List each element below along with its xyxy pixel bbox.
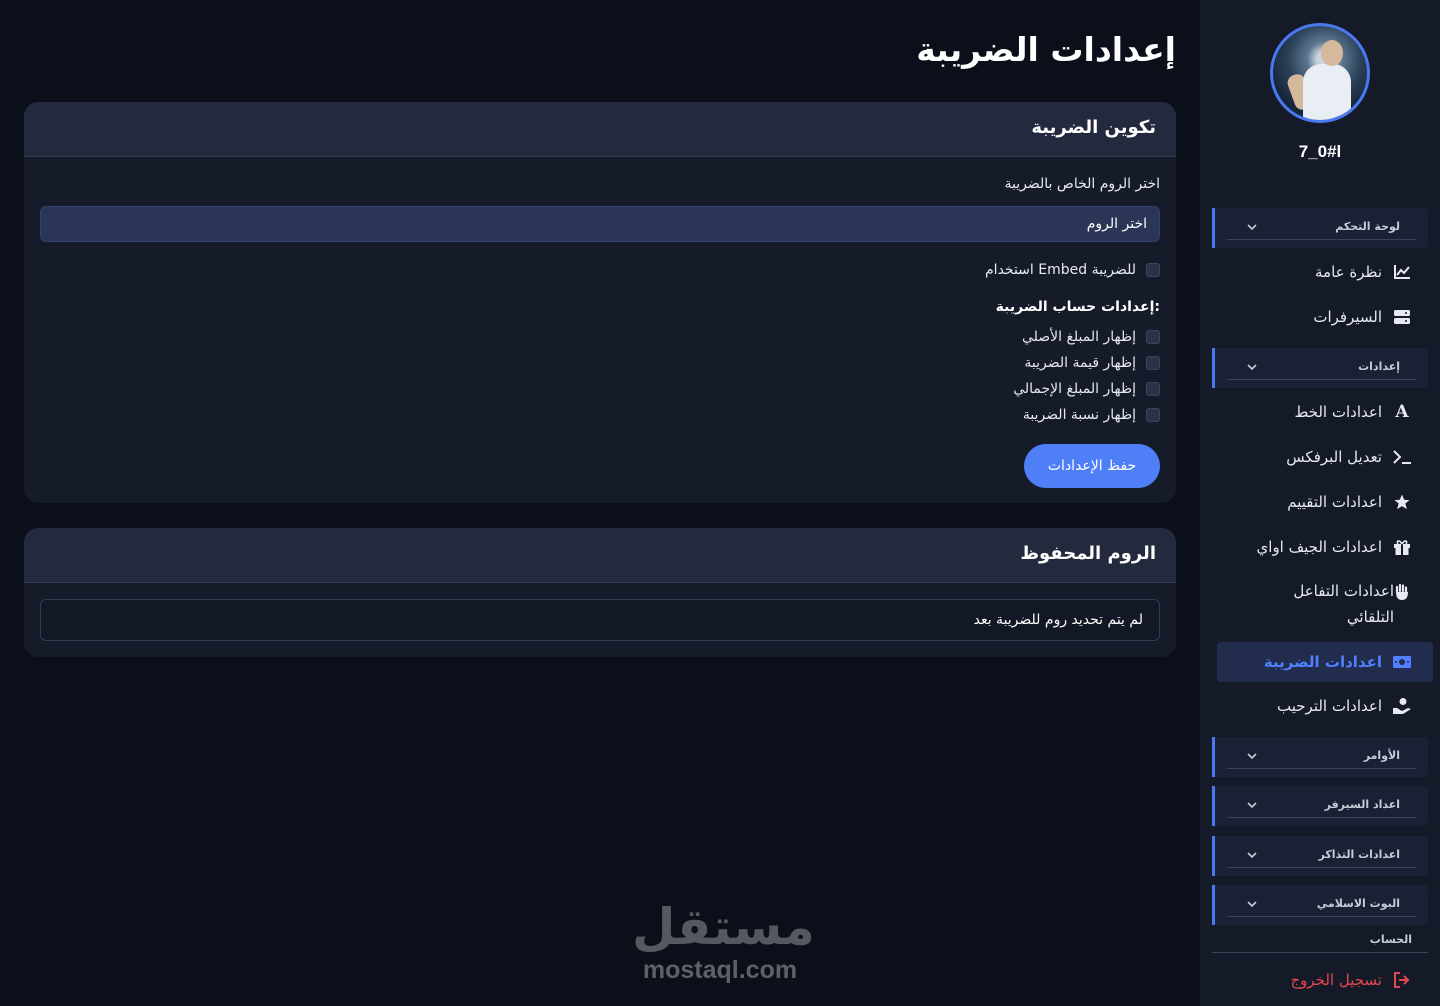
option-label: إظهار المبلغ الإجمالي — [1013, 381, 1136, 397]
font-icon: A — [1395, 402, 1409, 422]
gift-icon — [1392, 537, 1412, 557]
section-dashboard[interactable]: لوحة التحكم — [1212, 208, 1428, 248]
room-select-value: اختر الروم — [1086, 216, 1147, 232]
account-section-label: الحساب — [1369, 933, 1412, 946]
watermark-logo: مستقل — [632, 898, 815, 956]
saved-room-card: الروم المحفوظ لم يتم تحديد روم للضريبة ب… — [24, 528, 1176, 657]
section-server-setup[interactable]: اعداد السيرفر — [1212, 786, 1428, 826]
option-label: إظهار قيمة الضريبة — [1024, 355, 1136, 371]
chevron-down-icon — [1247, 852, 1257, 859]
option-row[interactable]: إظهار المبلغ الإجمالي — [1013, 381, 1160, 397]
sidebar-item-giveaway[interactable]: اعدادات الجيف اواي — [1222, 533, 1412, 561]
embed-checkbox[interactable] — [1146, 263, 1160, 277]
section-title: الأوامر — [1363, 749, 1400, 762]
section-title: لوحة التحكم — [1335, 220, 1400, 233]
sidebar-item-label: السيرفرات — [1313, 308, 1382, 326]
sidebar-item-rating[interactable]: اعدادات التقييم — [1222, 488, 1412, 516]
section-tickets[interactable]: اعدادات التذاكر — [1212, 836, 1428, 876]
tax-config-card: تكوين الضريبة اختر الروم الخاص بالضريبة … — [24, 102, 1176, 503]
star-icon — [1392, 492, 1412, 512]
chevron-down-icon — [1247, 901, 1257, 908]
sidebar-item-font[interactable]: A اعدادات الخط — [1222, 398, 1412, 426]
page-title: إعدادات الضريبة — [916, 30, 1176, 69]
section-settings[interactable]: إعدادات — [1212, 348, 1428, 388]
sidebar-item-label: تعديل البرفكس — [1286, 448, 1382, 466]
sidebar-item-label: اعدادات الخط — [1294, 403, 1382, 421]
show-tax-rate-checkbox[interactable] — [1146, 408, 1160, 422]
logout-label: تسجيل الخروج — [1290, 971, 1382, 989]
card-title: تكوين الضريبة — [1031, 117, 1156, 138]
embed-checkbox-row[interactable]: استخدام Embed للضريبة — [985, 262, 1160, 278]
section-title: إعدادات — [1358, 360, 1400, 373]
hand-holding-user-icon — [1392, 696, 1412, 716]
section-commands[interactable]: الأوامر — [1212, 737, 1428, 777]
sidebar-item-label: اعدادات الضريبة — [1263, 653, 1382, 671]
sidebar-item-label: اعدادات التقييم — [1287, 493, 1382, 511]
show-total-checkbox[interactable] — [1146, 382, 1160, 396]
sidebar-item-label: اعدادات التفاعل التلقائي — [1293, 582, 1394, 626]
show-original-checkbox[interactable] — [1146, 330, 1160, 344]
sidebar-item-prefix[interactable]: تعديل البرفكس — [1222, 443, 1412, 471]
divider — [1212, 952, 1428, 953]
card-header: تكوين الضريبة — [24, 102, 1176, 157]
save-settings-button[interactable]: حفظ الإعدادات — [1024, 444, 1160, 488]
chart-line-icon — [1392, 262, 1412, 282]
hand-icon — [1392, 582, 1412, 602]
card-title: الروم المحفوظ — [1020, 543, 1156, 564]
sign-out-icon — [1392, 970, 1412, 990]
section-title: اعداد السيرفر — [1324, 798, 1400, 811]
sidebar-item-tax[interactable]: اعدادات الضريبة — [1222, 648, 1412, 676]
sidebar-item-servers[interactable]: السيرفرات — [1222, 303, 1412, 331]
server-icon — [1392, 307, 1412, 327]
terminal-icon — [1392, 447, 1412, 467]
section-islamic-bot[interactable]: البوت الاسلامي — [1212, 885, 1428, 925]
embed-checkbox-label: استخدام Embed للضريبة — [985, 262, 1136, 278]
sidebar-item-overview[interactable]: نظرة عامة — [1222, 258, 1412, 286]
section-title: البوت الاسلامي — [1316, 897, 1400, 910]
sidebar-item-label: نظرة عامة — [1315, 263, 1382, 281]
logout-button[interactable]: تسجيل الخروج — [1222, 966, 1412, 994]
option-row[interactable]: إظهار قيمة الضريبة — [1024, 355, 1160, 371]
chevron-down-icon — [1247, 364, 1257, 371]
chevron-down-icon — [1247, 802, 1257, 809]
option-row[interactable]: إظهار نسبة الضريبة — [1023, 407, 1160, 423]
card-header: الروم المحفوظ — [24, 528, 1176, 583]
watermark-url: mostaql.com — [642, 956, 798, 984]
saved-room-empty-state: لم يتم تحديد روم للضريبة بعد — [40, 599, 1160, 641]
sidebar-item-auto-react[interactable]: اعدادات التفاعل التلقائي — [1222, 578, 1412, 628]
show-tax-value-checkbox[interactable] — [1146, 356, 1160, 370]
option-row[interactable]: إظهار المبلغ الأصلي — [1022, 329, 1160, 345]
chevron-down-icon — [1247, 224, 1257, 231]
avatar[interactable] — [1270, 23, 1370, 123]
empty-state-text: لم يتم تحديد روم للضريبة بعد — [973, 612, 1143, 628]
room-select[interactable]: اختر الروم — [40, 206, 1160, 242]
sidebar-item-label: اعدادات الجيف اواي — [1256, 538, 1382, 556]
option-label: إظهار المبلغ الأصلي — [1021, 329, 1136, 345]
sidebar-item-label: اعدادات الترحيب — [1277, 697, 1382, 715]
chevron-down-icon — [1247, 753, 1257, 760]
sidebar-item-welcome[interactable]: اعدادات الترحيب — [1222, 692, 1412, 720]
calc-settings-heading: إعدادات حساب الضريبة: — [995, 299, 1160, 315]
option-label: إظهار نسبة الضريبة — [1022, 407, 1136, 423]
username: 7_0#l — [1298, 142, 1342, 161]
money-bill-icon — [1392, 652, 1412, 672]
section-title: اعدادات التذاكر — [1318, 848, 1400, 861]
room-select-label: اختر الروم الخاص بالضريبة — [1004, 176, 1160, 192]
sidebar: 7_0#l لوحة التحكم نظرة عامة السيرفرات إع… — [1200, 0, 1440, 1006]
